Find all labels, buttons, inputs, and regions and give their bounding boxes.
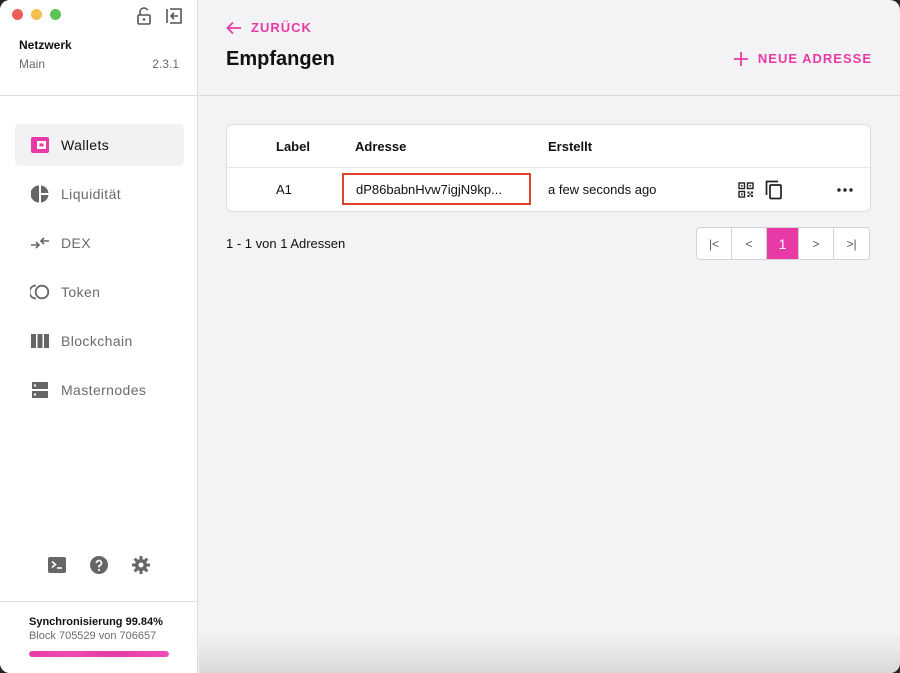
sidebar-item-label: Liquidität bbox=[61, 186, 122, 202]
column-header-address: Adresse bbox=[355, 139, 407, 154]
sync-progress-fill bbox=[29, 651, 169, 657]
back-button[interactable]: ZURÜCK bbox=[226, 20, 312, 35]
pie-chart-icon bbox=[30, 184, 50, 204]
wallet-icon bbox=[30, 135, 50, 155]
sidebar-item-dex[interactable]: DEX bbox=[15, 222, 184, 264]
row-created: a few seconds ago bbox=[548, 182, 657, 197]
lock-icon[interactable] bbox=[134, 6, 154, 26]
sidebar-item-label: Wallets bbox=[61, 137, 110, 153]
terminal-icon[interactable] bbox=[47, 555, 67, 575]
app-version: 2.3.1 bbox=[152, 57, 179, 71]
help-icon[interactable] bbox=[89, 555, 109, 575]
swap-icon bbox=[30, 233, 50, 253]
address-table: Label Adresse Erstellt A1 dP86babnHvw7ig… bbox=[226, 124, 871, 212]
new-address-label: NEUE ADRESSE bbox=[757, 51, 872, 66]
sidebar-item-masternodes[interactable]: Masternodes bbox=[15, 369, 184, 411]
arrow-left-icon bbox=[226, 21, 242, 35]
pagination-summary: 1 - 1 von 1 Adressen bbox=[226, 236, 346, 251]
network-name: Main bbox=[19, 57, 46, 71]
column-header-created: Erstellt bbox=[548, 139, 593, 154]
first-page-button[interactable]: |< bbox=[697, 228, 732, 259]
sidebar-item-blockchain[interactable]: Blockchain bbox=[15, 320, 184, 362]
back-label: ZURÜCK bbox=[251, 20, 312, 35]
server-icon bbox=[30, 380, 50, 400]
blockchain-icon bbox=[30, 331, 50, 351]
sidebar: Netzwerk Main 2.3.1 Wallets Liquidität D… bbox=[0, 0, 198, 673]
minimize-window-button[interactable] bbox=[31, 9, 42, 20]
prev-page-button[interactable]: < bbox=[732, 228, 767, 259]
row-address[interactable]: dP86babnHvw7igjN9kp... bbox=[342, 173, 531, 205]
sidebar-item-label: Masternodes bbox=[61, 382, 147, 398]
row-label: A1 bbox=[276, 182, 292, 197]
exit-icon[interactable] bbox=[164, 6, 184, 26]
qr-code-icon[interactable] bbox=[736, 180, 756, 200]
more-icon[interactable] bbox=[835, 180, 855, 200]
maximize-window-button[interactable] bbox=[50, 9, 61, 20]
close-window-button[interactable] bbox=[12, 9, 23, 20]
settings-icon[interactable] bbox=[131, 555, 151, 575]
app-window: Netzwerk Main 2.3.1 Wallets Liquidität D… bbox=[0, 0, 900, 673]
pagination: |< < 1 > >| bbox=[696, 227, 870, 260]
address-text: dP86babnHvw7igjN9kp... bbox=[356, 181, 502, 197]
sidebar-nav: Wallets Liquidität DEX Token Blockchain … bbox=[15, 124, 184, 418]
sync-progress-bar bbox=[29, 651, 169, 657]
last-page-button[interactable]: >| bbox=[834, 228, 869, 259]
header-divider bbox=[199, 95, 900, 96]
plus-icon bbox=[733, 51, 748, 66]
window-controls bbox=[12, 9, 61, 20]
sidebar-divider bbox=[0, 601, 198, 602]
page-1-button[interactable]: 1 bbox=[767, 228, 799, 259]
sidebar-divider bbox=[0, 95, 198, 96]
sync-status: Synchronisierung 99.84% bbox=[29, 616, 163, 628]
column-header-label: Label bbox=[276, 139, 310, 154]
sidebar-item-wallets[interactable]: Wallets bbox=[15, 124, 184, 166]
table-row: A1 dP86babnHvw7igjN9kp... a few seconds … bbox=[227, 168, 870, 212]
token-icon bbox=[30, 282, 50, 302]
sync-block-count: Block 705529 von 706657 bbox=[29, 630, 157, 642]
table-header: Label Adresse Erstellt bbox=[227, 125, 870, 168]
main-content: ZURÜCK Empfangen NEUE ADRESSE Label Adre… bbox=[199, 0, 900, 673]
next-page-button[interactable]: > bbox=[799, 228, 834, 259]
network-title: Netzwerk bbox=[19, 38, 72, 52]
sidebar-item-label: Blockchain bbox=[61, 333, 133, 349]
page-title: Empfangen bbox=[226, 48, 335, 70]
copy-icon[interactable] bbox=[764, 180, 784, 200]
sidebar-item-label: DEX bbox=[61, 235, 91, 251]
sidebar-item-token[interactable]: Token bbox=[15, 271, 184, 313]
bottom-shadow bbox=[199, 633, 900, 673]
new-address-button[interactable]: NEUE ADRESSE bbox=[733, 51, 872, 66]
sidebar-item-label: Token bbox=[61, 284, 101, 300]
sidebar-item-liquiditaet[interactable]: Liquidität bbox=[15, 173, 184, 215]
